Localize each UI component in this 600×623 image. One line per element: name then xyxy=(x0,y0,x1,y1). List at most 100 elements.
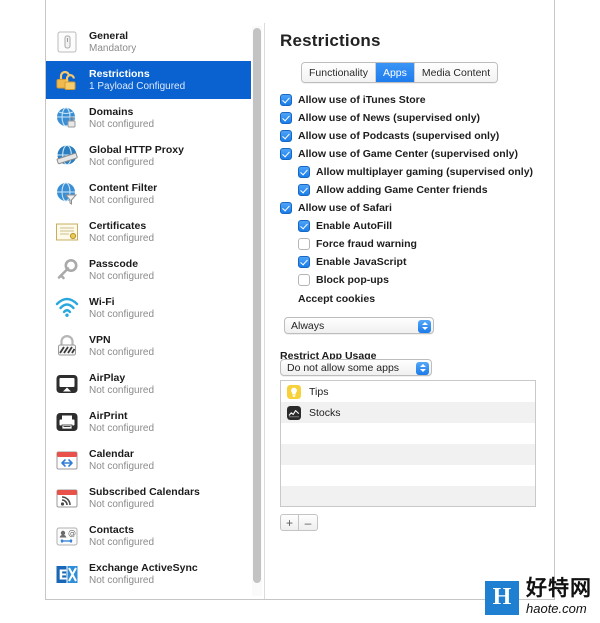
list-item[interactable]: Stocks xyxy=(281,402,535,423)
sidebar-item-subtitle: 1 Payload Configured xyxy=(89,80,186,92)
list-item-label: Tips xyxy=(309,385,329,398)
sidebar-item-title: AirPrint xyxy=(89,409,128,422)
app-list-controls: + – xyxy=(280,514,318,531)
checkbox-force-fraud-warning[interactable] xyxy=(298,237,310,250)
option-allow-podcasts[interactable]: Allow use of Podcasts (supervised only) xyxy=(280,127,548,144)
calendar-rss-icon xyxy=(54,485,80,511)
sidebar-item-vpn[interactable]: VPN Not configured xyxy=(46,327,251,365)
checkbox-allow-adding-game-center-friends[interactable] xyxy=(298,183,310,196)
sidebar-scrollbar-thumb[interactable] xyxy=(253,28,261,583)
calendar-icon xyxy=(54,447,80,473)
sidebar-item-subtitle: Not configured xyxy=(89,308,155,320)
tab-functionality[interactable]: Functionality xyxy=(302,63,376,82)
tab-apps[interactable]: Apps xyxy=(375,63,415,82)
option-label: Allow use of iTunes Store xyxy=(298,93,426,106)
chevron-updown-icon xyxy=(418,319,431,333)
checkbox-enable-javascript[interactable] xyxy=(298,255,310,268)
sidebar-item-calendar[interactable]: Calendar Not configured xyxy=(46,441,251,479)
list-item-label: Stocks xyxy=(309,406,341,419)
sidebar-item-general[interactable]: General Mandatory xyxy=(46,23,251,61)
option-label: Allow multiplayer gaming (supervised onl… xyxy=(316,165,534,178)
list-item-empty[interactable] xyxy=(281,486,535,506)
option-allow-safari[interactable]: Allow use of Safari xyxy=(280,199,548,216)
sidebar-item-contacts[interactable]: @ Contacts Not configured xyxy=(46,517,251,555)
chevron-updown-icon xyxy=(416,361,429,375)
checkbox-allow-itunes-store[interactable] xyxy=(280,93,292,106)
tab-media-content[interactable]: Media Content xyxy=(414,63,498,82)
option-label: Allow adding Game Center friends xyxy=(316,183,488,196)
remove-app-button[interactable]: – xyxy=(299,514,318,531)
option-enable-autofill[interactable]: Enable AutoFill xyxy=(280,217,548,234)
globe-lock-icon xyxy=(54,105,80,131)
restrict-app-usage-dropdown[interactable]: Do not allow some apps xyxy=(280,359,432,376)
sidebar-item-subtitle: Not configured xyxy=(89,574,155,586)
restricted-app-list[interactable]: Tips Stocks xyxy=(280,380,536,507)
sidebar-item-airplay[interactable]: AirPlay Not configured xyxy=(46,365,251,403)
watermark-domain-text: haote.com xyxy=(526,601,587,617)
checkbox-enable-autofill[interactable] xyxy=(298,219,310,232)
pane-divider xyxy=(264,23,265,599)
sidebar-item-subtitle: Not configured xyxy=(89,498,155,510)
accept-cookies-label: Accept cookies xyxy=(298,293,376,305)
page-title: Restrictions xyxy=(280,31,381,50)
sidebar-item-title: Domains xyxy=(89,105,134,118)
lock-icon xyxy=(54,67,80,93)
sidebar-item-subtitle: Not configured xyxy=(89,270,155,282)
sidebar-item-airprint[interactable]: AirPrint Not configured xyxy=(46,403,251,441)
sidebar-item-title: Global HTTP Proxy xyxy=(89,143,184,156)
option-allow-news[interactable]: Allow use of News (supervised only) xyxy=(280,109,548,126)
checkbox-allow-safari[interactable] xyxy=(280,201,292,214)
sidebar-item-wifi[interactable]: Wi-Fi Not configured xyxy=(46,289,251,327)
sidebar-item-title: Passcode xyxy=(89,257,139,270)
sidebar-item-title: VPN xyxy=(89,333,111,346)
checkbox-allow-multiplayer-gaming[interactable] xyxy=(298,165,310,178)
sidebar-item-ldap[interactable]: @ LDAP Not configured xyxy=(46,593,251,599)
option-allow-adding-game-center-friends[interactable]: Allow adding Game Center friends xyxy=(280,181,548,198)
sidebar-item-subscribed-calendars[interactable]: Subscribed Calendars Not configured xyxy=(46,479,251,517)
sidebar-item-title: Contacts xyxy=(89,523,134,536)
checkbox-block-popups[interactable] xyxy=(298,273,310,286)
exchange-icon: E xyxy=(54,561,80,587)
vpn-lock-icon xyxy=(54,333,80,359)
payload-sidebar[interactable]: General Mandatory Restrictions 1 Payload… xyxy=(46,23,251,599)
site-watermark: H 好特网 haote.com xyxy=(485,578,592,617)
checkbox-allow-news[interactable] xyxy=(280,111,292,124)
option-allow-itunes-store[interactable]: Allow use of iTunes Store xyxy=(280,91,548,108)
globe-filter-icon xyxy=(54,181,80,207)
sidebar-item-title: AirPlay xyxy=(89,371,126,384)
restrictions-detail-pane: Restrictions Functionality Apps Media Co… xyxy=(266,23,554,599)
accept-cookies-dropdown[interactable]: Always xyxy=(284,317,434,334)
list-item-empty[interactable] xyxy=(281,465,535,486)
checkbox-allow-podcasts[interactable] xyxy=(280,129,292,142)
sidebar-item-global-http-proxy[interactable]: Global HTTP Proxy Not configured xyxy=(46,137,251,175)
sidebar-item-domains[interactable]: Domains Not configured xyxy=(46,99,251,137)
svg-text:E: E xyxy=(59,569,68,584)
option-allow-game-center[interactable]: Allow use of Game Center (supervised onl… xyxy=(280,145,548,162)
option-label: Block pop-ups xyxy=(316,273,389,286)
option-allow-multiplayer-gaming[interactable]: Allow multiplayer gaming (supervised onl… xyxy=(280,163,548,180)
list-item[interactable]: Tips xyxy=(281,381,535,402)
sidebar-item-subtitle: Not configured xyxy=(89,118,155,130)
restrictions-tab-bar[interactable]: Functionality Apps Media Content xyxy=(301,62,499,83)
sidebar-item-subtitle: Not configured xyxy=(89,536,155,548)
option-enable-javascript[interactable]: Enable JavaScript xyxy=(280,253,548,270)
add-app-button[interactable]: + xyxy=(280,514,299,531)
sidebar-item-certificates[interactable]: Certificates Not configured xyxy=(46,213,251,251)
sidebar-item-restrictions[interactable]: Restrictions 1 Payload Configured xyxy=(46,61,251,99)
sidebar-item-content-filter[interactable]: Content Filter Not configured xyxy=(46,175,251,213)
checkbox-allow-game-center[interactable] xyxy=(280,147,292,160)
restrictions-options-list: Allow use of iTunes Store Allow use of N… xyxy=(280,91,548,308)
list-item-empty[interactable] xyxy=(281,444,535,465)
sidebar-item-exchange-activesync[interactable]: E Exchange ActiveSync Not configured xyxy=(46,555,251,593)
sidebar-item-subtitle: Not configured xyxy=(89,346,155,358)
option-label: Enable JavaScript xyxy=(316,255,407,268)
sidebar-item-passcode[interactable]: Passcode Not configured xyxy=(46,251,251,289)
sidebar-item-subtitle: Mandatory xyxy=(89,42,137,54)
option-force-fraud-warning[interactable]: Force fraud warning xyxy=(280,235,548,252)
sidebar-item-subtitle: Not configured xyxy=(89,194,155,206)
list-item-empty[interactable] xyxy=(281,423,535,444)
option-block-popups[interactable]: Block pop-ups xyxy=(280,271,548,288)
general-icon xyxy=(54,29,80,55)
sidebar-item-title: Subscribed Calendars xyxy=(89,485,200,498)
printer-icon xyxy=(54,409,80,435)
